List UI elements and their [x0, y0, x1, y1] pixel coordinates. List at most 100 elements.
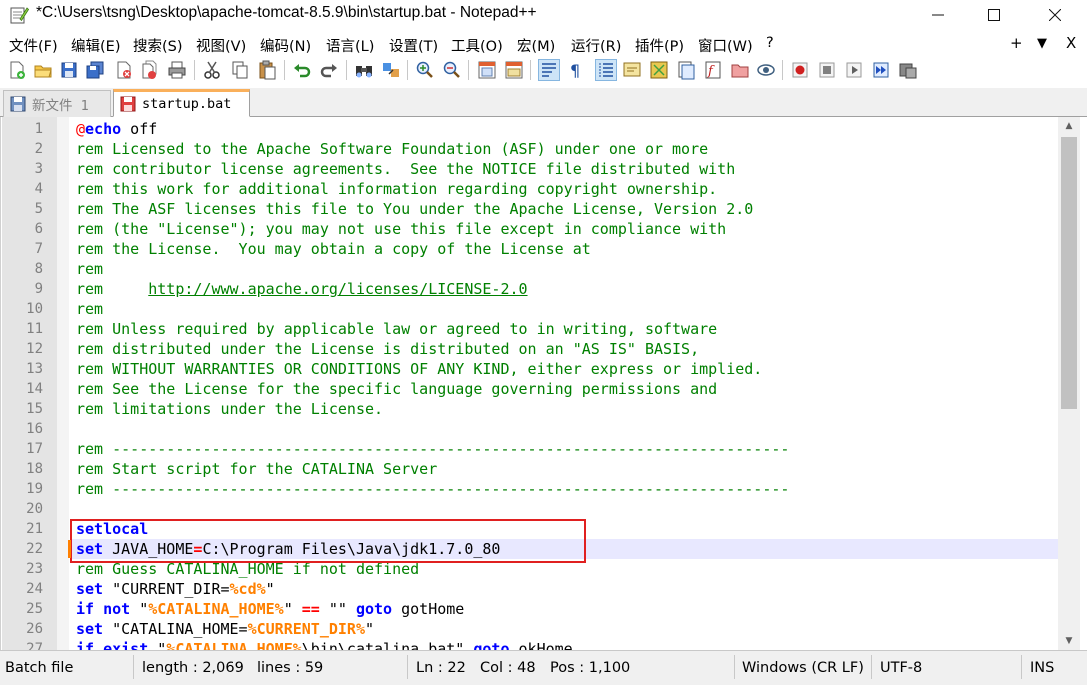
save-macro-icon[interactable] — [897, 59, 919, 81]
show-all-characters-icon[interactable]: ¶ — [565, 59, 587, 81]
line-number[interactable]: 4 — [3, 179, 43, 199]
copy-icon[interactable] — [229, 59, 251, 81]
sync-horizontal-icon[interactable] — [503, 59, 525, 81]
line-number[interactable]: 23 — [3, 559, 43, 579]
line-number[interactable]: 18 — [3, 459, 43, 479]
find-icon[interactable] — [353, 59, 375, 81]
record-macro-icon[interactable] — [789, 59, 811, 81]
code-line[interactable]: rem — [71, 259, 1059, 279]
indent-guide-icon[interactable] — [595, 59, 617, 81]
code-line[interactable]: rem The ASF licenses this file to You un… — [71, 199, 1059, 219]
code-line[interactable]: rem limitations under the License. — [71, 399, 1059, 419]
sync-vertical-icon[interactable] — [476, 59, 498, 81]
code-line[interactable]: rem Guess CATALINA_HOME if not defined — [71, 559, 1059, 579]
line-number[interactable]: 26 — [3, 619, 43, 639]
code-line[interactable]: rem the License. You may obtain a copy o… — [71, 239, 1059, 259]
line-number[interactable]: 3 — [3, 159, 43, 179]
line-number[interactable]: 15 — [3, 399, 43, 419]
close-file-icon[interactable] — [113, 59, 135, 81]
line-number[interactable]: 6 — [3, 219, 43, 239]
scroll-up-arrow-icon[interactable]: ▲ — [1058, 117, 1080, 135]
run-macro-multiple-icon[interactable] — [870, 59, 892, 81]
line-number[interactable]: 22 — [3, 539, 43, 559]
code-line[interactable]: rem (the "License"); you may not use thi… — [71, 219, 1059, 239]
line-number[interactable]: 11 — [3, 319, 43, 339]
play-macro-icon[interactable] — [843, 59, 865, 81]
line-number[interactable]: 13 — [3, 359, 43, 379]
stop-macro-icon[interactable] — [816, 59, 838, 81]
line-number[interactable]: 10 — [3, 299, 43, 319]
close-button[interactable] — [1025, 0, 1085, 30]
line-number[interactable]: 9 — [3, 279, 43, 299]
function-list-icon[interactable]: f — [702, 59, 724, 81]
word-wrap-icon[interactable] — [538, 59, 560, 81]
menu-edit[interactable]: 编辑(E) — [71, 35, 120, 56]
code-line[interactable]: rem Unless required by applicable law or… — [71, 319, 1059, 339]
menu-encoding[interactable]: 编码(N) — [260, 35, 311, 56]
tab-list-dropdown[interactable]: ▼ — [1037, 36, 1047, 51]
code-line[interactable]: rem ------------------------------------… — [71, 479, 1059, 499]
editor[interactable]: 1 2 3 4 5 6 7 8 9 10 11 12 13 14 15 16 17 18 19 20 21 22 23 24 2… — [0, 117, 1087, 657]
user-defined-language-icon[interactable] — [621, 59, 643, 81]
redo-icon[interactable] — [318, 59, 340, 81]
replace-icon[interactable] — [380, 59, 402, 81]
vertical-scrollbar[interactable]: ▲ ▼ — [1058, 117, 1080, 650]
scrollbar-thumb[interactable] — [1061, 137, 1077, 409]
line-number[interactable]: 17 — [3, 439, 43, 459]
code-line[interactable]: if exist "%CATALINA_HOME%\bin\catalina.b… — [71, 639, 1059, 650]
menu-window[interactable]: 窗口(W) — [698, 35, 753, 56]
new-file-icon[interactable] — [6, 59, 28, 81]
scroll-down-arrow-icon[interactable]: ▼ — [1058, 632, 1080, 650]
code-line[interactable]: rem WITHOUT WARRANTIES OR CONDITIONS OF … — [71, 359, 1059, 379]
code-line[interactable]: rem Start script for the CATALINA Server — [71, 459, 1059, 479]
close-tab-x[interactable]: X — [1066, 34, 1076, 52]
line-number[interactable]: 16 — [3, 419, 43, 439]
code-line[interactable] — [71, 419, 1059, 439]
zoom-out-icon[interactable] — [441, 59, 463, 81]
open-file-icon[interactable] — [32, 59, 54, 81]
zoom-in-icon[interactable] — [414, 59, 436, 81]
url-link[interactable]: http://www.apache.org/licenses/LICENSE-2… — [148, 280, 527, 298]
document-list-icon[interactable] — [675, 59, 697, 81]
minimize-button[interactable] — [908, 0, 968, 30]
line-number[interactable]: 2 — [3, 139, 43, 159]
menu-file[interactable]: 文件(F) — [9, 35, 58, 56]
line-number[interactable]: 1 — [3, 119, 43, 139]
line-number[interactable]: 8 — [3, 259, 43, 279]
monitoring-icon[interactable] — [755, 59, 777, 81]
code-line[interactable]: rem contributor license agreements. See … — [71, 159, 1059, 179]
code-line[interactable]: set "CURRENT_DIR=%cd%" — [71, 579, 1059, 599]
line-number[interactable]: 21 — [3, 519, 43, 539]
code-line[interactable]: rem distributed under the License is dis… — [71, 339, 1059, 359]
code-line[interactable]: @echo off — [71, 119, 1059, 139]
line-number[interactable]: 5 — [3, 199, 43, 219]
tab-new-file-1[interactable]: 新文件 1 — [3, 90, 111, 117]
code-area[interactable]: @echo off rem Licensed to the Apache Soft… — [71, 117, 1059, 650]
menu-language[interactable]: 语言(L) — [326, 35, 374, 56]
tab-startup-bat[interactable]: startup.bat — [113, 89, 250, 117]
print-icon[interactable] — [166, 59, 188, 81]
folder-as-workspace-icon[interactable] — [729, 59, 751, 81]
line-number[interactable]: 25 — [3, 599, 43, 619]
line-number[interactable]: 24 — [3, 579, 43, 599]
code-line[interactable]: set "CATALINA_HOME=%CURRENT_DIR%" — [71, 619, 1059, 639]
undo-icon[interactable] — [291, 59, 313, 81]
save-icon[interactable] — [58, 59, 80, 81]
line-number[interactable]: 12 — [3, 339, 43, 359]
line-number[interactable]: 19 — [3, 479, 43, 499]
code-line[interactable]: rem ------------------------------------… — [71, 439, 1059, 459]
fold-margin[interactable] — [57, 117, 69, 650]
menu-plugins[interactable]: 插件(P) — [635, 35, 684, 56]
code-line[interactable] — [71, 499, 1059, 519]
code-line[interactable]: rem See the License for the specific lan… — [71, 379, 1059, 399]
code-line[interactable]: set JAVA_HOME=C:\Program Files\Java\jdk1… — [71, 539, 1059, 559]
menu-settings[interactable]: 设置(T) — [389, 35, 438, 56]
menu-tools[interactable]: 工具(O) — [451, 35, 503, 56]
cut-icon[interactable] — [201, 59, 223, 81]
line-number[interactable]: 20 — [3, 499, 43, 519]
maximize-button[interactable] — [964, 0, 1024, 30]
menu-help[interactable]: ? — [766, 35, 774, 51]
menu-run[interactable]: 运行(R) — [571, 35, 621, 56]
code-line[interactable]: setlocal — [71, 519, 1059, 539]
line-number[interactable]: 7 — [3, 239, 43, 259]
